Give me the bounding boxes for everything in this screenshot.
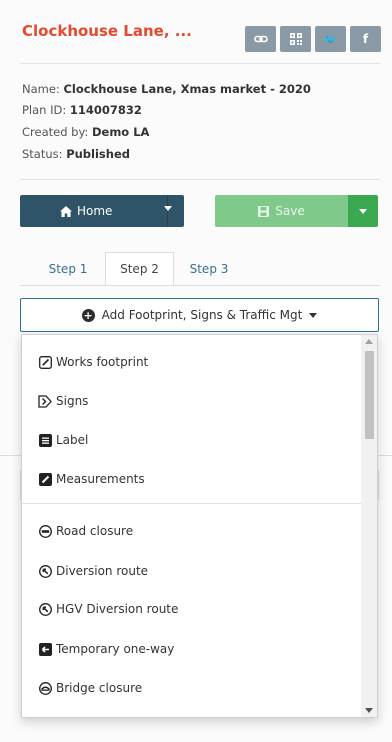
status-label: Status: (22, 147, 63, 161)
signs-icon (38, 394, 52, 408)
name-value: Clockhouse Lane, Xmas market - 2020 (63, 82, 311, 96)
header-divider (20, 63, 380, 64)
home-icon (60, 205, 72, 217)
label-icon (38, 433, 52, 447)
add-footprint-menu: Works footprint Signs Label Measurements… (21, 334, 378, 718)
menu-item-hgv-diversion-route[interactable]: HGV Diversion route (38, 599, 178, 619)
created-by-value: Demo LA (91, 125, 150, 139)
save-icon (258, 205, 270, 217)
scrollbar-thumb[interactable] (365, 351, 374, 439)
menu-scrollbar[interactable] (361, 335, 377, 717)
menu-item-label: HGV Diversion route (56, 602, 179, 616)
menu-item-label: Label (56, 433, 89, 447)
hgv-diversion-icon (38, 602, 52, 616)
bridge-closure-icon (38, 681, 52, 695)
measurements-icon (38, 472, 52, 486)
background-field-edge-right (378, 470, 379, 500)
diversion-route-icon (38, 564, 52, 578)
menu-item-signs[interactable]: Signs (38, 391, 88, 411)
menu-item-label: Signs (56, 394, 89, 408)
twitter-icon: 🐦 (323, 32, 338, 46)
menu-item-label: Bridge closure (56, 681, 143, 695)
tabs-underline (20, 285, 380, 286)
tab-step-3[interactable]: Step 3 (177, 252, 241, 286)
menu-item-label: Road closure (56, 524, 134, 538)
menu-item-label: Diversion route (56, 564, 149, 578)
one-way-icon (38, 642, 52, 656)
menu-item-diversion-route[interactable]: Diversion route (38, 561, 148, 581)
home-dropdown-caret-icon[interactable] (164, 206, 172, 211)
add-footprint-dropdown-toggle[interactable]: + Add Footprint, Signs & Traffic Mgt (20, 298, 379, 332)
menu-divider (22, 503, 362, 504)
chevron-down-icon (359, 209, 367, 214)
save-button-label: Save (275, 204, 305, 218)
facebook-button[interactable]: f (350, 26, 381, 52)
share-buttons: 🐦 f (245, 26, 381, 52)
status-row: Status: Published (22, 145, 130, 163)
menu-item-label: Works footprint (56, 355, 149, 369)
menu-item-label: Temporary one-way (56, 642, 175, 656)
menu-item-bridge-closure[interactable]: Bridge closure (38, 678, 142, 698)
scroll-down-arrow-icon[interactable] (365, 708, 373, 713)
road-closure-icon (38, 524, 52, 538)
plus-circle-icon: + (81, 308, 95, 322)
scroll-up-arrow-icon[interactable] (365, 339, 373, 344)
save-dropdown-button[interactable] (348, 195, 378, 227)
plan-title: Clockhouse Lane, ... (22, 22, 192, 40)
created-by-row: Created by: Demo LA (22, 123, 149, 141)
home-button[interactable]: Home (20, 195, 184, 227)
meta-divider (20, 179, 380, 180)
name-label: Name: (22, 82, 60, 96)
menu-item-works-footprint[interactable]: Works footprint (38, 352, 148, 372)
menu-item-label: Measurements (56, 472, 145, 486)
tab-step-1[interactable]: Step 1 (36, 252, 100, 286)
status-value: Published (66, 147, 130, 161)
plan-id-label: Plan ID: (22, 103, 67, 117)
menu-item-road-closure[interactable]: Road closure (38, 521, 133, 541)
menu-item-temporary-one-way[interactable]: Temporary one-way (38, 639, 174, 659)
add-footprint-label: Add Footprint, Signs & Traffic Mgt (101, 308, 303, 322)
qr-code-button[interactable] (280, 26, 311, 52)
plan-id-value: 114007832 (69, 103, 142, 117)
menu-item-label-tool[interactable]: Label (38, 430, 88, 450)
plan-name-row: Name: Clockhouse Lane, Xmas market - 202… (22, 80, 311, 98)
caret-down-icon (309, 312, 318, 318)
created-by-label: Created by: (22, 125, 89, 139)
save-button[interactable]: Save (215, 195, 348, 227)
link-button[interactable] (245, 26, 276, 52)
tab-step-2[interactable]: Step 2 (105, 252, 174, 286)
home-button-label: Home (77, 204, 113, 218)
twitter-button[interactable]: 🐦 (315, 26, 346, 52)
qr-code-icon (289, 33, 302, 45)
home-split-divider (167, 195, 168, 227)
facebook-icon: f (362, 32, 369, 46)
works-footprint-icon (38, 355, 52, 369)
link-icon (253, 35, 268, 43)
menu-item-measurements[interactable]: Measurements (38, 469, 145, 489)
plan-id-row: Plan ID: 114007832 (22, 101, 142, 119)
